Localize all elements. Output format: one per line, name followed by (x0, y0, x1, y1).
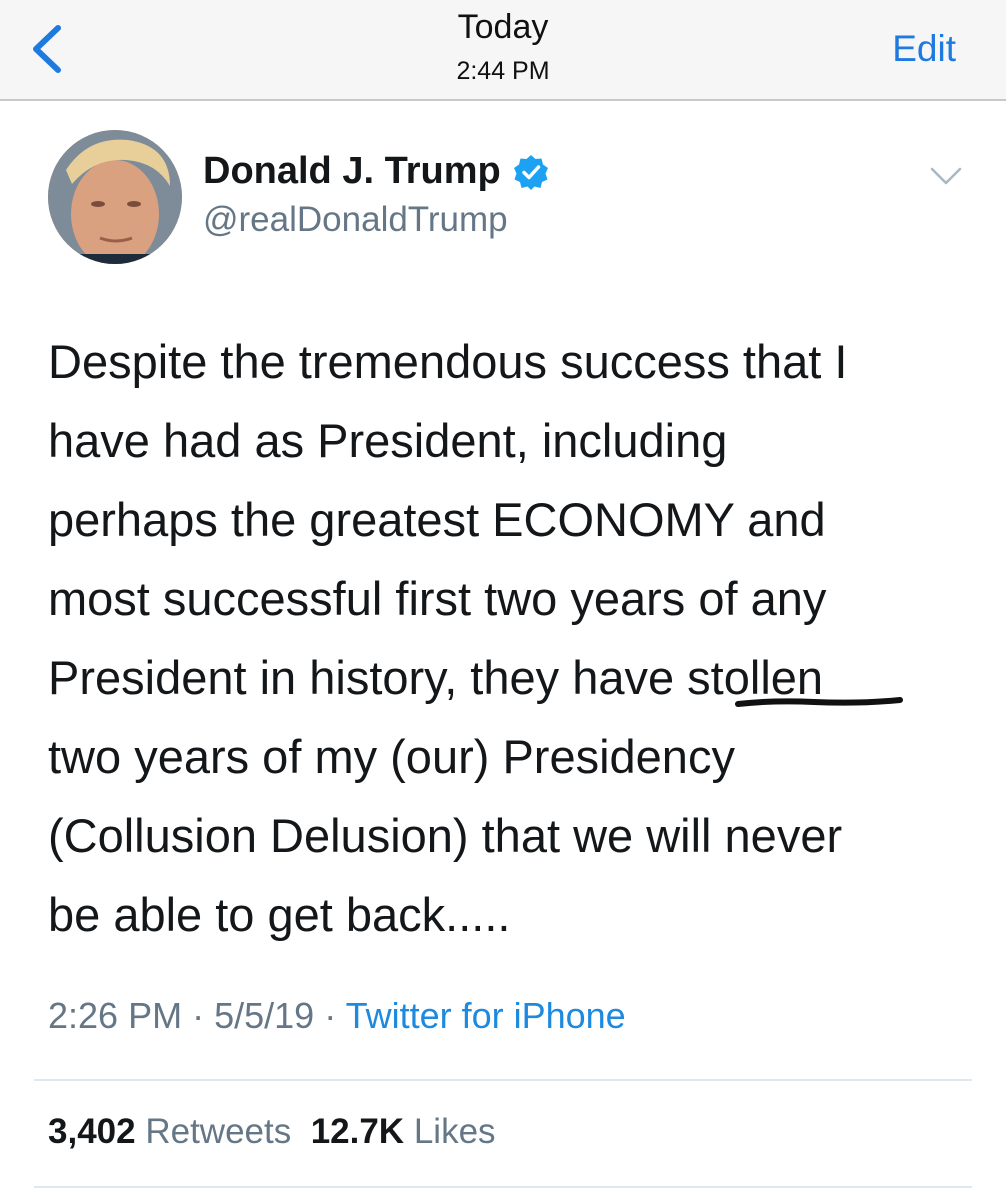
avatar-image (48, 130, 182, 264)
tweet-meta: 2:26 PM · 5/5/19 · Twitter for iPhone (48, 995, 626, 1037)
nav-time: 2:44 PM (456, 57, 550, 85)
tweet-text-line: two years of my (our) Presidency (48, 730, 735, 783)
likes-count[interactable]: 12.7K (311, 1112, 404, 1151)
tweet-date: 5/5/19 (214, 995, 315, 1036)
tweet-stats: 3,402 Retweets 12.7K Likes (48, 1112, 496, 1152)
handdrawn-underline (735, 697, 903, 707)
tweet-text-line: have had as President, including (48, 414, 728, 467)
retweets-label[interactable]: Retweets (145, 1112, 291, 1151)
tweet-text-line: Despite the tremendous success that I (48, 335, 848, 388)
meta-separator: · (324, 995, 337, 1036)
author-name-row: Donald J. Trump (203, 150, 549, 193)
tweet-text-line: (Collusion Delusion) that we will never (48, 809, 843, 862)
tweet-text-line: be able to get back..... (48, 888, 511, 941)
avatar[interactable] (48, 130, 182, 264)
tweet-source-link[interactable]: Twitter for iPhone (346, 995, 626, 1036)
meta-separator: · (192, 995, 205, 1036)
tweet-time: 2:26 PM (48, 995, 183, 1036)
retweets-count[interactable]: 3,402 (48, 1112, 136, 1151)
likes-label[interactable]: Likes (414, 1112, 496, 1151)
divider (34, 1079, 972, 1081)
navigation-bar: Today 2:44 PM Edit (0, 0, 1006, 101)
tweet-text-line: perhaps the greatest ECONOMY and (48, 493, 826, 546)
divider (34, 1186, 972, 1188)
verified-badge-icon (513, 154, 548, 190)
tweet-text-line: most successful first two years of any (48, 572, 827, 625)
edit-button[interactable]: Edit (892, 28, 956, 70)
nav-title: Today (457, 8, 549, 46)
author-handle[interactable]: @realDonaldTrump (203, 200, 508, 240)
tweet-text: Despite the tremendous success that I ha… (48, 322, 978, 954)
author-name[interactable]: Donald J. Trump (203, 150, 501, 193)
chevron-down-icon[interactable] (930, 166, 962, 186)
